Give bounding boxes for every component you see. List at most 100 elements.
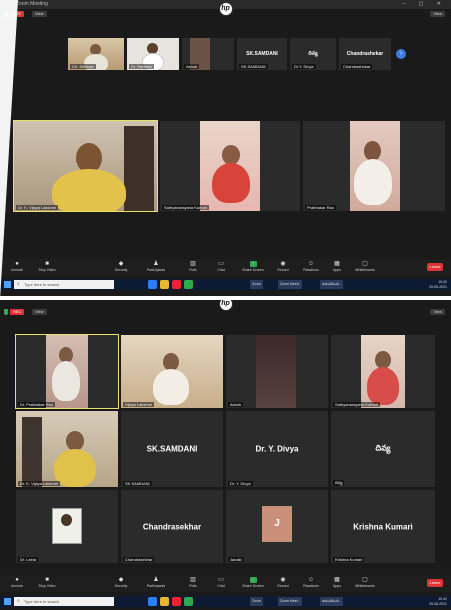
taskbar-app-zoom-meeting[interactable]: Zoom Meet..: [278, 597, 302, 606]
taskbar-app-zoom-meeting[interactable]: Zoom Meeti..: [278, 280, 303, 289]
view-badge[interactable]: View: [32, 11, 47, 17]
participant-name: Prabhakar Rao: [305, 205, 336, 210]
file-explorer-icon[interactable]: [160, 597, 169, 606]
chat-button[interactable]: ▭ Chat: [208, 577, 234, 588]
security-button[interactable]: ◆ Security: [108, 261, 134, 272]
video-tile[interactable]: Chandrasekhar Chandrasekhar: [121, 490, 223, 563]
window-controls[interactable]: – ▢ ✕: [403, 0, 447, 9]
reactions-button[interactable]: ☺ Reactions: [298, 577, 324, 588]
video-tile[interactable]: Sathyanarayana Kumari: [331, 335, 435, 408]
video-tile[interactable]: Sathyanarayana Kumari: [160, 121, 300, 211]
participant-name: Chandrashekar: [341, 64, 373, 69]
window-title: Zoom Meeting: [16, 1, 48, 7]
taskbar-app-translate[interactable]: అనువదించు..: [320, 597, 344, 606]
participant-name: Dr. K. Vijaya Lakshmi: [16, 205, 58, 210]
apps-button[interactable]: ▦ Apps: [324, 261, 350, 272]
chrome-icon[interactable]: [172, 280, 181, 289]
reactions-icon: ☺: [307, 261, 315, 267]
system-clock[interactable]: 10:42 29-06-2021: [429, 280, 447, 289]
security-button[interactable]: ◆ Security: [108, 577, 134, 588]
participant-center-name: దివ్య: [308, 50, 318, 57]
participant-center-name: Krishna Kumari: [353, 522, 413, 531]
windows-start-icon[interactable]: [4, 598, 11, 605]
view-badge[interactable]: View: [32, 309, 47, 315]
video-tile[interactable]: Krishna Kumari Krishna Kumari: [331, 490, 435, 563]
polls-button[interactable]: ▥ Polls: [180, 577, 206, 588]
taskview-icon[interactable]: [148, 597, 157, 606]
video-tile[interactable]: J Janaki: [226, 490, 328, 563]
stop-video-button[interactable]: ■ Stop Video: [34, 577, 60, 588]
participant-name: SK.SAMDANI: [123, 481, 152, 486]
video-camera-icon: ■: [45, 577, 49, 583]
store-icon[interactable]: [184, 280, 193, 289]
reactions-button[interactable]: ☺ Reactions: [298, 261, 324, 272]
video-tile-active-speaker[interactable]: Dr. Prabhakar Rao: [15, 334, 119, 409]
participant-name: Dr.Y. Divya: [292, 64, 316, 69]
next-page-icon[interactable]: ›: [396, 49, 406, 59]
gallery-view-button[interactable]: View: [430, 309, 445, 315]
strip-tile[interactable]: Chandrashekar Chandrashekar: [339, 38, 391, 70]
system-clock[interactable]: 10:42 29-06-2021: [429, 597, 447, 606]
participant-name: దివ్య: [333, 480, 345, 486]
strip-tile[interactable]: SK.SAMDANI SK.SAMDANI: [237, 38, 287, 70]
taskbar-app-zoom[interactable]: Zoom: [250, 597, 263, 606]
stop-video-button[interactable]: ■ Stop Video: [34, 261, 60, 272]
share-screen-button[interactable]: ↑ Share Screen: [240, 261, 266, 272]
record-button[interactable]: ◉ Record: [270, 577, 296, 588]
avatar: J: [262, 506, 292, 542]
leave-button[interactable]: Leave: [427, 579, 443, 587]
whiteboards-button[interactable]: ▢ Whiteboards: [352, 577, 378, 588]
video-tile[interactable]: Ashok: [226, 335, 328, 408]
strip-tile[interactable]: Dr. Ramesh: [127, 38, 179, 70]
participant-center-name: SK.SAMDANI: [146, 444, 198, 454]
polls-button[interactable]: ▥ Polls: [180, 261, 206, 272]
bottom-screenshot: hp REC View View Dr. Prabhakar Rao Vijay…: [0, 300, 451, 610]
participant-name: Vijaya Lakshmi: [123, 402, 154, 407]
store-icon[interactable]: [184, 597, 193, 606]
video-tile[interactable]: Prabhakar Rao: [303, 121, 445, 211]
video-tile[interactable]: Vijaya Lakshmi: [121, 335, 223, 408]
video-tile-active-speaker[interactable]: Dr. K. Vijaya Lakshmi: [13, 120, 158, 212]
strip-tile[interactable]: దివ్య Dr.Y. Divya: [290, 38, 336, 70]
file-explorer-icon[interactable]: [160, 280, 169, 289]
taskbar-search-input[interactable]: ⌕ Type here to search: [14, 280, 114, 289]
polls-icon: ▥: [190, 261, 196, 267]
video-tile[interactable]: SK.SAMDANI SK.SAMDANI: [121, 411, 223, 487]
taskview-icon[interactable]: [148, 280, 157, 289]
share-screen-icon: ↑: [249, 577, 257, 583]
video-tile[interactable]: Dr. K. Vijaya Lakshmi: [16, 411, 118, 487]
recording-badge: REC: [10, 309, 25, 315]
apps-button[interactable]: ▦ Apps: [324, 577, 350, 588]
strip-tile[interactable]: Ashok: [182, 38, 234, 70]
participants-icon: ♟: [153, 261, 159, 267]
participants-icon: ♟: [153, 577, 159, 583]
record-icon: ◉: [280, 261, 286, 267]
video-camera-icon: ■: [45, 261, 49, 267]
photo-edge: [0, 0, 18, 296]
polls-icon: ▥: [190, 577, 196, 583]
participant-name: Janaki: [228, 557, 244, 562]
unmute-button[interactable]: ● Unmute: [4, 577, 30, 588]
participant-center-name: Chandrasekhar: [142, 522, 202, 531]
video-tile[interactable]: దివ్య దివ్య: [331, 411, 435, 487]
whiteboards-button[interactable]: ▢ Whiteboards: [352, 261, 378, 272]
participant-name: Ch. Srinivas: [70, 64, 96, 69]
taskbar-search-input[interactable]: ⌕ Type here to search: [14, 597, 114, 606]
record-button[interactable]: ◉ Record: [270, 261, 296, 272]
participants-button[interactable]: ♟ Participants: [143, 577, 169, 588]
chat-button[interactable]: ▭ Chat: [208, 261, 234, 272]
strip-tile[interactable]: Ch. Srinivas: [68, 38, 124, 70]
leave-button[interactable]: Leave: [427, 263, 443, 271]
participant-name: Dr. Ramesh: [129, 64, 155, 69]
taskbar-app-translate[interactable]: అనువదించు..: [320, 280, 344, 289]
video-tile[interactable]: Dr. Y. Divya Dr. Y. Divya: [226, 411, 328, 487]
chrome-icon[interactable]: [172, 597, 181, 606]
chat-icon: ▭: [218, 261, 224, 267]
participant-name: SK.SAMDANI: [239, 64, 268, 69]
gallery-view-button[interactable]: View: [430, 11, 445, 17]
taskbar-app-zoom[interactable]: Zoom: [250, 280, 263, 289]
participants-button[interactable]: ♟ Participants: [143, 261, 169, 272]
video-tile[interactable]: Dr. Leela: [16, 490, 118, 563]
share-screen-button[interactable]: ↑ Share Screen: [240, 577, 266, 588]
shield-icon: [4, 309, 8, 315]
